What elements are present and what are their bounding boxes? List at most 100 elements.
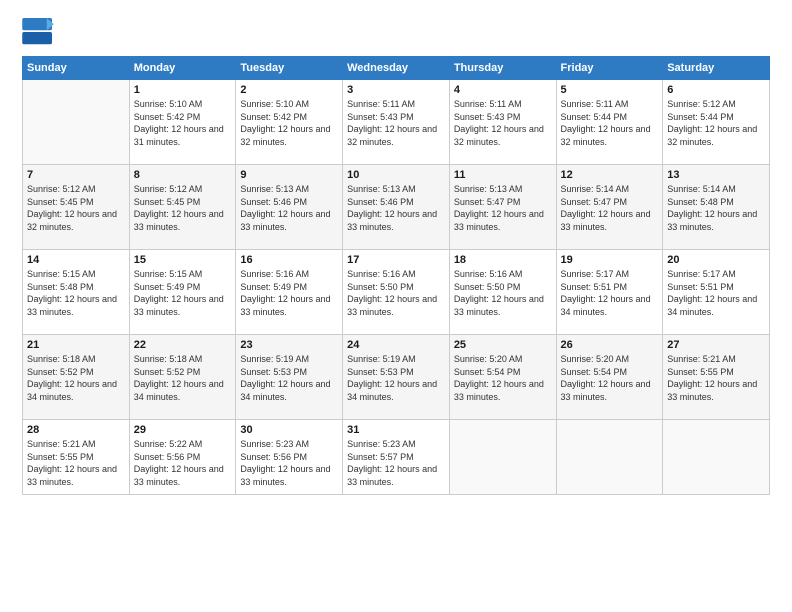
calendar-week-row: 21Sunrise: 5:18 AM Sunset: 5:52 PM Dayli… — [23, 335, 770, 420]
calendar-cell — [556, 420, 663, 495]
day-number: 19 — [561, 254, 659, 266]
day-number: 11 — [454, 169, 552, 181]
day-number: 14 — [27, 254, 125, 266]
day-number: 5 — [561, 84, 659, 96]
day-number: 31 — [347, 424, 445, 436]
day-info: Sunrise: 5:23 AM Sunset: 5:56 PM Dayligh… — [240, 438, 338, 488]
calendar-cell: 16 Sunrise: 5:16 AM Sunset: 5:49 PM Dayli… — [236, 250, 343, 335]
calendar-cell: 21Sunrise: 5:18 AM Sunset: 5:52 PM Dayli… — [23, 335, 130, 420]
day-number: 22 — [134, 339, 232, 351]
calendar-cell: 6 Sunrise: 5:12 AM Sunset: 5:44 PM Daylig… — [663, 80, 770, 165]
day-number: 7 — [27, 169, 125, 181]
day-info: Sunrise: 5:14 AM Sunset: 5:48 PM Dayligh… — [667, 183, 765, 233]
calendar-cell: 1 Sunrise: 5:10 AM Sunset: 5:42 PM Daylig… — [129, 80, 236, 165]
day-number: 28 — [27, 424, 125, 436]
day-number: 12 — [561, 169, 659, 181]
calendar-cell: 14 Sunrise: 5:15 AM Sunset: 5:48 PM Dayli… — [23, 250, 130, 335]
calendar-cell: 5 Sunrise: 5:11 AM Sunset: 5:44 PM Daylig… — [556, 80, 663, 165]
logo-icon — [22, 18, 54, 46]
calendar-week-row: 14 Sunrise: 5:15 AM Sunset: 5:48 PM Dayli… — [23, 250, 770, 335]
day-info: Sunrise: 5:20 AM Sunset: 5:54 PM Dayligh… — [561, 353, 659, 403]
calendar-week-row: 7 Sunrise: 5:12 AM Sunset: 5:45 PM Daylig… — [23, 165, 770, 250]
day-info: Sunrise: 5:16 AM Sunset: 5:49 PM Dayligh… — [240, 268, 338, 318]
calendar-cell: 7 Sunrise: 5:12 AM Sunset: 5:45 PM Daylig… — [23, 165, 130, 250]
calendar-cell: 8Sunrise: 5:12 AM Sunset: 5:45 PM Daylig… — [129, 165, 236, 250]
day-number: 25 — [454, 339, 552, 351]
day-info: Sunrise: 5:21 AM Sunset: 5:55 PM Dayligh… — [27, 438, 125, 488]
calendar-cell: 9Sunrise: 5:13 AM Sunset: 5:46 PM Daylig… — [236, 165, 343, 250]
day-number: 24 — [347, 339, 445, 351]
day-info: Sunrise: 5:22 AM Sunset: 5:56 PM Dayligh… — [134, 438, 232, 488]
day-info: Sunrise: 5:10 AM Sunset: 5:42 PM Dayligh… — [134, 98, 232, 148]
day-info: Sunrise: 5:12 AM Sunset: 5:45 PM Dayligh… — [27, 183, 125, 233]
day-info: Sunrise: 5:12 AM Sunset: 5:45 PM Dayligh… — [134, 183, 232, 233]
calendar-cell: 4Sunrise: 5:11 AM Sunset: 5:43 PM Daylig… — [449, 80, 556, 165]
day-number: 16 — [240, 254, 338, 266]
calendar-cell — [23, 80, 130, 165]
day-number: 4 — [454, 84, 552, 96]
calendar-cell: 25 Sunrise: 5:20 AM Sunset: 5:54 PM Dayli… — [449, 335, 556, 420]
day-info: Sunrise: 5:15 AM Sunset: 5:48 PM Dayligh… — [27, 268, 125, 318]
day-number: 23 — [240, 339, 338, 351]
day-info: Sunrise: 5:20 AM Sunset: 5:54 PM Dayligh… — [454, 353, 552, 403]
weekday-header-thursday: Thursday — [449, 57, 556, 80]
day-number: 26 — [561, 339, 659, 351]
calendar-cell: 17 Sunrise: 5:16 AM Sunset: 5:50 PM Dayli… — [343, 250, 450, 335]
day-info: Sunrise: 5:21 AM Sunset: 5:55 PM Dayligh… — [667, 353, 765, 403]
day-info: Sunrise: 5:18 AM Sunset: 5:52 PM Dayligh… — [134, 353, 232, 403]
day-number: 18 — [454, 254, 552, 266]
day-info: Sunrise: 5:12 AM Sunset: 5:44 PM Dayligh… — [667, 98, 765, 148]
weekday-header-monday: Monday — [129, 57, 236, 80]
calendar-cell — [663, 420, 770, 495]
day-number: 6 — [667, 84, 765, 96]
calendar-cell: 28 Sunrise: 5:21 AM Sunset: 5:55 PM Dayli… — [23, 420, 130, 495]
calendar-cell: 13 Sunrise: 5:14 AM Sunset: 5:48 PM Dayli… — [663, 165, 770, 250]
weekday-header-tuesday: Tuesday — [236, 57, 343, 80]
calendar-table: SundayMondayTuesdayWednesdayThursdayFrid… — [22, 56, 770, 495]
calendar-cell: 29 Sunrise: 5:22 AM Sunset: 5:56 PM Dayli… — [129, 420, 236, 495]
day-info: Sunrise: 5:16 AM Sunset: 5:50 PM Dayligh… — [347, 268, 445, 318]
day-info: Sunrise: 5:19 AM Sunset: 5:53 PM Dayligh… — [347, 353, 445, 403]
day-info: Sunrise: 5:10 AM Sunset: 5:42 PM Dayligh… — [240, 98, 338, 148]
day-number: 2 — [240, 84, 338, 96]
calendar-cell: 12 Sunrise: 5:14 AM Sunset: 5:47 PM Dayli… — [556, 165, 663, 250]
day-info: Sunrise: 5:23 AM Sunset: 5:57 PM Dayligh… — [347, 438, 445, 488]
calendar-cell: 10Sunrise: 5:13 AM Sunset: 5:46 PM Dayli… — [343, 165, 450, 250]
calendar-cell: 11 Sunrise: 5:13 AM Sunset: 5:47 PM Dayli… — [449, 165, 556, 250]
day-info: Sunrise: 5:13 AM Sunset: 5:46 PM Dayligh… — [240, 183, 338, 233]
day-number: 3 — [347, 84, 445, 96]
header — [22, 18, 770, 46]
day-info: Sunrise: 5:11 AM Sunset: 5:44 PM Dayligh… — [561, 98, 659, 148]
day-info: Sunrise: 5:15 AM Sunset: 5:49 PM Dayligh… — [134, 268, 232, 318]
day-number: 13 — [667, 169, 765, 181]
calendar-cell: 22 Sunrise: 5:18 AM Sunset: 5:52 PM Dayli… — [129, 335, 236, 420]
calendar-week-row: 28 Sunrise: 5:21 AM Sunset: 5:55 PM Dayli… — [23, 420, 770, 495]
day-info: Sunrise: 5:14 AM Sunset: 5:47 PM Dayligh… — [561, 183, 659, 233]
weekday-header-row: SundayMondayTuesdayWednesdayThursdayFrid… — [23, 57, 770, 80]
day-number: 17 — [347, 254, 445, 266]
day-number: 10 — [347, 169, 445, 181]
calendar-cell: 26 Sunrise: 5:20 AM Sunset: 5:54 PM Dayli… — [556, 335, 663, 420]
logo — [22, 18, 58, 46]
day-number: 30 — [240, 424, 338, 436]
day-info: Sunrise: 5:17 AM Sunset: 5:51 PM Dayligh… — [561, 268, 659, 318]
page: SundayMondayTuesdayWednesdayThursdayFrid… — [0, 0, 792, 612]
day-info: Sunrise: 5:19 AM Sunset: 5:53 PM Dayligh… — [240, 353, 338, 403]
calendar-cell: 23 Sunrise: 5:19 AM Sunset: 5:53 PM Dayli… — [236, 335, 343, 420]
day-number: 29 — [134, 424, 232, 436]
calendar-cell: 2 Sunrise: 5:10 AM Sunset: 5:42 PM Daylig… — [236, 80, 343, 165]
weekday-header-sunday: Sunday — [23, 57, 130, 80]
calendar-week-row: 1 Sunrise: 5:10 AM Sunset: 5:42 PM Daylig… — [23, 80, 770, 165]
day-number: 1 — [134, 84, 232, 96]
day-info: Sunrise: 5:18 AM Sunset: 5:52 PM Dayligh… — [27, 353, 125, 403]
day-info: Sunrise: 5:13 AM Sunset: 5:47 PM Dayligh… — [454, 183, 552, 233]
calendar-cell — [449, 420, 556, 495]
weekday-header-saturday: Saturday — [663, 57, 770, 80]
day-number: 27 — [667, 339, 765, 351]
day-info: Sunrise: 5:17 AM Sunset: 5:51 PM Dayligh… — [667, 268, 765, 318]
calendar-cell: 27 Sunrise: 5:21 AM Sunset: 5:55 PM Dayli… — [663, 335, 770, 420]
calendar-cell: 31 Sunrise: 5:23 AM Sunset: 5:57 PM Dayli… — [343, 420, 450, 495]
calendar-cell: 20 Sunrise: 5:17 AM Sunset: 5:51 PM Dayli… — [663, 250, 770, 335]
weekday-header-friday: Friday — [556, 57, 663, 80]
day-number: 20 — [667, 254, 765, 266]
